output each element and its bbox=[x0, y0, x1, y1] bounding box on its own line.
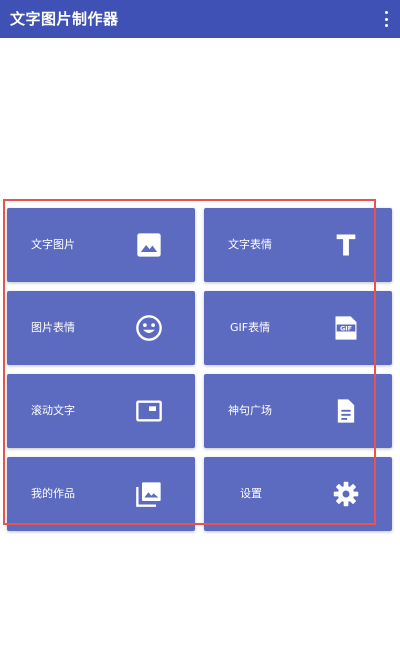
tile-label: 我的作品 bbox=[31, 487, 75, 500]
tile-text-image[interactable]: 文字图片 bbox=[7, 208, 195, 282]
tile-scroll-text[interactable]: 滚动文字 bbox=[7, 374, 195, 448]
svg-text:GIF: GIF bbox=[340, 324, 352, 332]
scroll-frame-icon bbox=[135, 397, 163, 425]
tile-label: 图片表情 bbox=[31, 321, 75, 334]
app-title: 文字图片制作器 bbox=[10, 10, 119, 28]
settings-gear-icon bbox=[332, 480, 360, 508]
tile-label: 文字表情 bbox=[228, 238, 272, 251]
more-vert-icon[interactable] bbox=[380, 9, 392, 29]
tile-label: 文字图片 bbox=[31, 238, 75, 251]
tile-gif-emoji[interactable]: GIF表情 GIF bbox=[204, 291, 392, 365]
tile-quote-square[interactable]: 神句广场 bbox=[204, 374, 392, 448]
app-bar: 文字图片制作器 bbox=[0, 0, 400, 38]
photo-library-icon bbox=[135, 480, 163, 508]
tile-image-emoji[interactable]: 图片表情 bbox=[7, 291, 195, 365]
tile-label: 滚动文字 bbox=[31, 404, 75, 417]
tile-label: 神句广场 bbox=[228, 404, 272, 417]
text-t-icon bbox=[332, 231, 360, 259]
gif-icon: GIF bbox=[332, 314, 360, 342]
smiley-icon bbox=[135, 314, 163, 342]
tile-text-emoji[interactable]: 文字表情 bbox=[204, 208, 392, 282]
image-icon bbox=[135, 231, 163, 259]
tile-my-works[interactable]: 我的作品 bbox=[7, 457, 195, 531]
tile-label: 设置 bbox=[240, 487, 262, 500]
tile-settings[interactable]: 设置 bbox=[204, 457, 392, 531]
document-icon bbox=[332, 397, 360, 425]
tile-label: GIF表情 bbox=[230, 321, 271, 334]
